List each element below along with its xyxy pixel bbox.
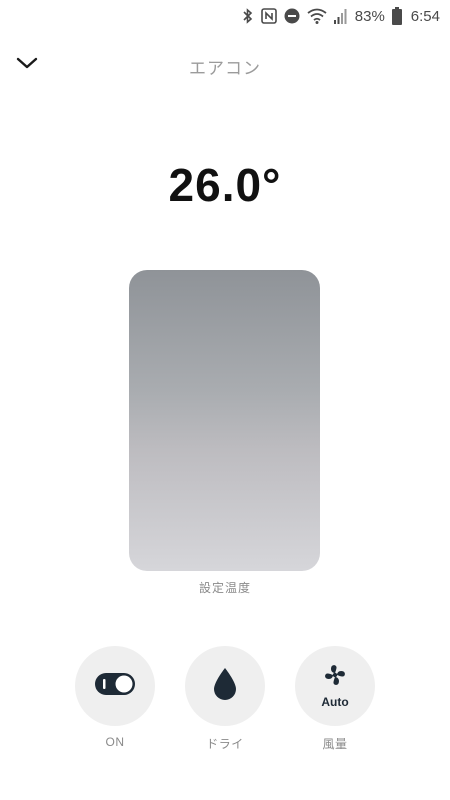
mode-control: ドライ xyxy=(185,646,265,752)
power-label: ON xyxy=(105,735,125,749)
mode-button[interactable] xyxy=(185,646,265,726)
do-not-disturb-icon xyxy=(284,8,300,24)
clock: 6:54 xyxy=(410,7,440,25)
temperature-slider-label: 設定温度 xyxy=(198,581,251,595)
temperature-slider[interactable] xyxy=(129,270,320,571)
fan-value: Auto xyxy=(321,695,349,709)
toggle-icon xyxy=(95,672,135,700)
nfc-icon xyxy=(260,8,277,24)
bluetooth-icon xyxy=(242,8,254,24)
fan-label: 風量 xyxy=(322,737,348,751)
battery-percent: 83% xyxy=(354,7,385,25)
mode-label: ドライ xyxy=(206,737,244,751)
signal-icon xyxy=(333,8,348,24)
page-title: エアコン xyxy=(189,59,261,78)
fan-control: Auto 風量 xyxy=(295,646,375,752)
status-bar: 83% 6:54 xyxy=(0,0,450,32)
fan-button[interactable]: Auto xyxy=(295,646,375,726)
wifi-icon xyxy=(307,8,327,24)
water-drop-icon xyxy=(212,667,238,706)
header: エアコン xyxy=(0,40,450,90)
temperature-value: 26.0° xyxy=(168,159,282,211)
app-screen: 83% 6:54 エアコン 26.0° 設定温度 ON ドライ Auto 風量 xyxy=(0,0,450,800)
power-control: ON xyxy=(75,646,155,749)
power-button[interactable] xyxy=(75,646,155,726)
battery-icon xyxy=(391,7,402,25)
fan-icon xyxy=(323,663,347,692)
